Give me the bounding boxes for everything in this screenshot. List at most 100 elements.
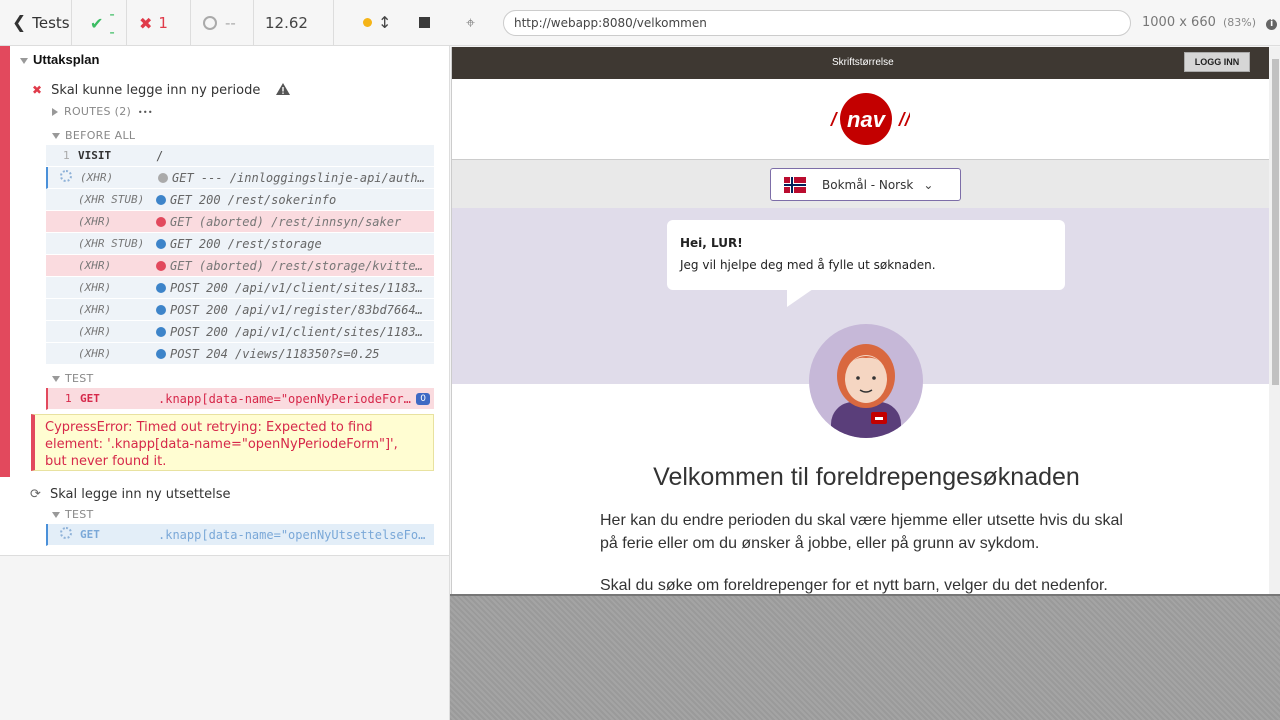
intro-paragraph: Her kan du endre perioden du skal være h… — [600, 512, 1123, 552]
chevron-down-icon: ⌄ — [923, 177, 934, 192]
url-bar[interactable]: http://webapp:8080/velkommen — [503, 10, 1131, 36]
command-row-failed[interactable]: 1 GET .knapp[data-name="openNyPeriodeFor… — [46, 388, 434, 410]
passed-value: -- — [109, 5, 115, 41]
command-name: (XHR) — [80, 171, 114, 184]
veileder-band: Hei, LUR! Jeg vil hjelpe deg med å fylle… — [452, 208, 1269, 438]
status-dot-icon — [156, 238, 166, 249]
logo-band: nav — [452, 79, 1269, 160]
refresh-running-icon: ⟳ — [30, 487, 41, 502]
command-name: GET — [80, 392, 100, 405]
status-dot-icon — [156, 216, 166, 227]
speech-bubble-tail — [787, 289, 813, 307]
aut-iframe: Skriftstørrelse LOGG INN nav Bokmål - No… — [451, 47, 1280, 594]
chevron-left-icon: ❮ — [12, 13, 27, 33]
command-row[interactable]: (XHR STUB) GET 200 /rest/storage — [46, 233, 434, 255]
command-message: POST 200 /api/v1/register/83bd7664-b6c2 — [170, 302, 434, 317]
pending-value: -- — [225, 14, 236, 32]
status-dot-icon — [156, 326, 166, 337]
pending-ring-icon — [203, 16, 217, 30]
before-all-header[interactable]: BEFORE ALL — [52, 129, 135, 142]
command-message: POST 200 /api/v1/client/sites/118350/vis… — [170, 280, 434, 295]
nav-logo-icon[interactable]: nav — [824, 92, 910, 146]
font-size-link[interactable]: Skriftstørrelse — [832, 57, 894, 68]
tests-button-label: Tests — [32, 14, 70, 32]
pending-count: -- — [191, 0, 254, 46]
command-row[interactable]: 1 VISIT / — [46, 145, 434, 167]
expand-triangle-icon — [52, 108, 58, 116]
command-name: (XHR) — [78, 325, 112, 338]
viewport-info[interactable]: 1000 x 660 (83%) i — [1142, 15, 1278, 30]
spinner-icon — [48, 170, 80, 185]
failed-count: ✖ 1 — [127, 0, 191, 46]
command-name: GET — [80, 528, 100, 541]
collapse-triangle-icon — [52, 376, 60, 382]
selector-playground-icon[interactable]: ⌖ — [466, 13, 475, 33]
collapse-triangle-icon — [20, 57, 28, 64]
command-row[interactable]: (XHR) GET (aborted) /rest/storage/kvitte… — [46, 255, 434, 277]
speech-bubble: Hei, LUR! Jeg vil hjelpe deg med å fylle… — [667, 220, 1065, 290]
runnables-list: Uttaksplan ✖ Skal kunne legge inn ny per… — [0, 46, 449, 556]
command-row[interactable]: (XHR STUB) GET 200 /rest/sokerinfo — [46, 189, 434, 211]
failed-x-icon: ✖ — [32, 83, 43, 97]
run-controls — [334, 0, 450, 46]
before-all-label: BEFORE ALL — [65, 129, 136, 142]
command-message: GET (aborted) /rest/storage/kvitteringer — [170, 258, 434, 273]
failed-value: 1 — [158, 14, 168, 32]
command-number: 1 — [65, 392, 72, 405]
command-name: VISIT — [78, 149, 112, 162]
routes-header[interactable]: ROUTES (2) ••• — [52, 105, 153, 118]
auto-scroll-icon[interactable]: ↕ — [378, 13, 391, 32]
command-row[interactable]: (XHR) POST 200 /api/v1/client/sites/1183… — [46, 321, 434, 343]
command-row-pending[interactable]: GET .knapp[data-name="openNyUtsettelseFo… — [46, 524, 434, 546]
collapse-triangle-icon — [52, 133, 60, 139]
command-message: POST 200 /api/v1/client/sites/118350/vis… — [170, 324, 434, 339]
test-ny-periode[interactable]: ✖ Skal kunne legge inn ny periode — [32, 79, 291, 98]
reporter-panel: ❮ Tests ✔ -- ✖ 1 -- 12.62 ↕ Uttaksplan ✖… — [0, 0, 450, 720]
command-message: GET --- /innloggingslinje-api/auth?rando… — [172, 170, 434, 185]
command-row[interactable]: (XHR) GET (aborted) /rest/innsyn/saker — [46, 211, 434, 233]
test-hook-label: TEST — [65, 372, 94, 385]
test-hook-header[interactable]: TEST — [52, 372, 94, 385]
language-select[interactable]: Bokmål - Norsk ⌄ — [770, 168, 961, 201]
page-title: Velkommen til foreldrepengesøknaden — [653, 463, 1080, 491]
command-name: (XHR STUB) — [78, 237, 145, 250]
passed-count: ✔ -- — [72, 0, 127, 46]
test-ny-utsettelse[interactable]: ⟳ Skal legge inn ny utsettelse — [30, 483, 230, 502]
command-row[interactable]: (XHR) POST 200 /api/v1/client/sites/1183… — [46, 277, 434, 299]
command-row[interactable]: (XHR) POST 204 /views/118350?s=0.25 — [46, 343, 434, 365]
warning-icon — [276, 83, 291, 95]
info-icon[interactable]: i — [1266, 19, 1278, 30]
status-dot-icon — [156, 282, 166, 293]
elements-count-badge: 0 — [416, 392, 430, 405]
x-icon: ✖ — [139, 13, 153, 33]
command-message: GET 200 /rest/storage — [170, 236, 322, 251]
check-icon: ✔ — [90, 13, 104, 33]
command-number: 1 — [63, 149, 70, 162]
command-row[interactable]: (XHR) POST 200 /api/v1/register/83bd7664… — [46, 299, 434, 321]
test-title: Skal kunne legge inn ny periode — [51, 83, 261, 98]
command-message: GET 200 /rest/sokerinfo — [170, 192, 337, 207]
norway-flag-icon — [784, 176, 806, 193]
stop-button[interactable] — [419, 17, 430, 28]
error-message[interactable]: CypressError: Timed out retrying: Expect… — [31, 414, 434, 471]
scrollbar-thumb[interactable] — [1272, 59, 1279, 385]
status-dot-icon — [156, 260, 166, 271]
test-title: Skal legge inn ny utsettelse — [50, 487, 231, 502]
aut-scrollbar[interactable] — [1269, 47, 1280, 594]
bubble-greeting: Hei, LUR! — [680, 236, 743, 250]
spinner-icon — [48, 527, 80, 542]
test-hook-label: TEST — [65, 508, 94, 521]
viewport-size: 1000 x 660 — [1142, 15, 1216, 30]
command-message: POST 204 /views/118350?s=0.25 — [170, 346, 380, 361]
running-indicator-icon — [363, 18, 372, 27]
aut-empty-area — [450, 594, 1280, 720]
suite-uttaksplan[interactable]: Uttaksplan — [20, 52, 99, 67]
routes-label: ROUTES (2) — [64, 105, 132, 118]
more-icon[interactable]: ••• — [138, 108, 153, 117]
command-message: .knapp[data-name="openNyUtsettelseForm"] — [158, 527, 434, 542]
tests-button[interactable]: ❮ Tests — [0, 0, 72, 46]
language-band: Bokmål - Norsk ⌄ — [452, 160, 1269, 208]
command-row[interactable]: (XHR) GET --- /innloggingslinje-api/auth… — [46, 167, 434, 189]
login-button[interactable]: LOGG INN — [1184, 52, 1250, 72]
test-hook-header[interactable]: TEST — [52, 508, 94, 521]
